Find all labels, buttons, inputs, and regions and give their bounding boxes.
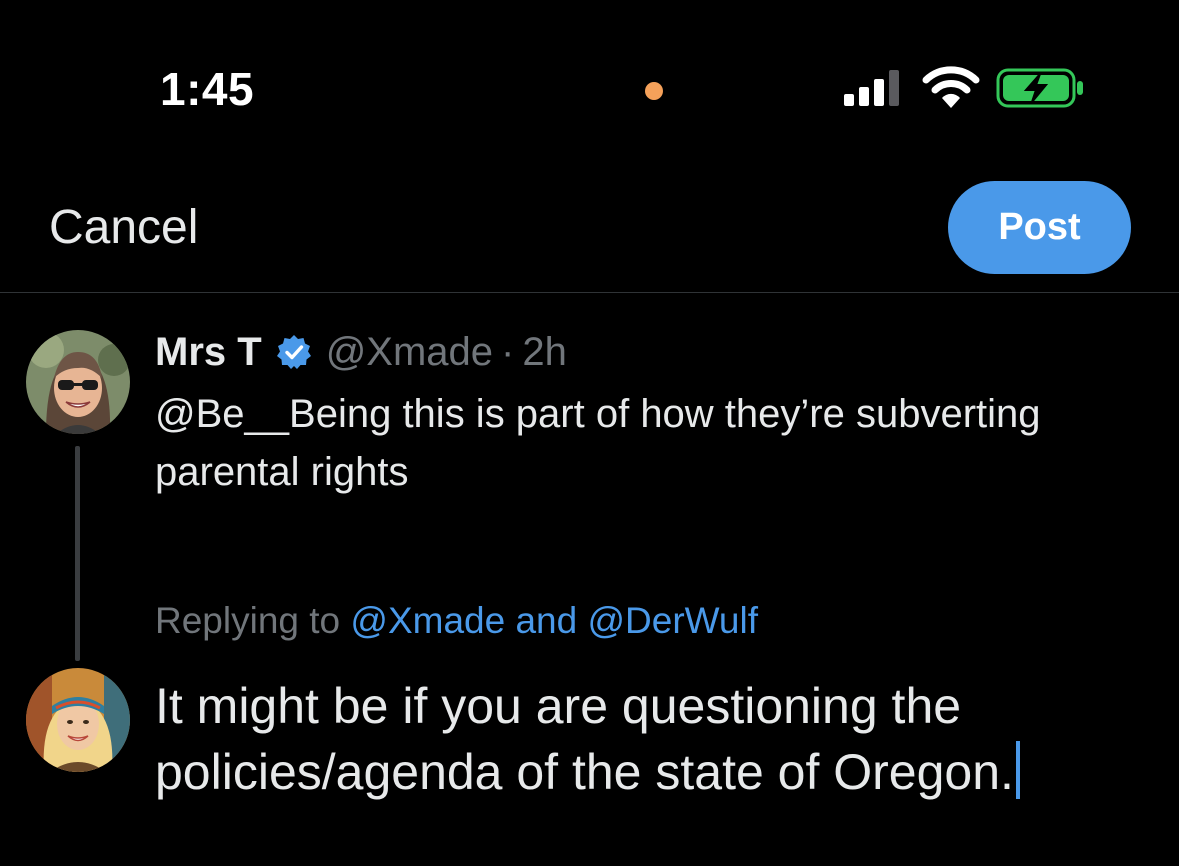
verified-badge-icon [276,335,311,369]
reply-draft-text: It might be if you are questioning the p… [155,678,1014,800]
recording-indicator-icon [645,82,663,100]
battery-charging-icon [996,68,1083,108]
status-time: 1:45 [160,63,255,115]
avatar-illustration-icon [26,668,130,772]
thread-connector-line [75,446,80,661]
wifi-icon [922,66,980,108]
status-bar: 1:45 [0,0,1179,150]
own-avatar[interactable] [26,668,130,772]
replying-prefix: Replying to [155,600,351,641]
header-divider [0,292,1179,293]
mention-link-xmade[interactable]: @Xmade [350,600,505,641]
cancel-button[interactable]: Cancel [49,200,198,255]
separator-dot: · [501,329,515,374]
cellular-signal-icon [844,70,899,106]
tweet-header: Mrs T @Xmade · 2h [155,328,567,376]
reply-compose-field[interactable]: It might be if you are questioning the p… [155,673,1155,805]
avatar-illustration-icon [26,330,130,434]
post-button[interactable]: Post [948,181,1131,274]
compose-reply-screen: 1:45 Cancel Post Mrs T @Xmade · 2h @Be__… [0,0,1179,866]
handle[interactable]: @Xmade [326,330,493,375]
display-name[interactable]: Mrs T [155,330,262,375]
replying-to-line: Replying to @Xmade and @DerWulf [155,600,758,642]
and-word[interactable]: and [505,600,587,641]
avatar[interactable] [26,330,130,434]
tweet-age: 2h [522,329,567,374]
tweet-text: @Be__Being this is part of how they’re s… [155,392,1041,494]
text-cursor [1015,741,1020,799]
mention-link-derwulf[interactable]: @DerWulf [587,600,758,641]
